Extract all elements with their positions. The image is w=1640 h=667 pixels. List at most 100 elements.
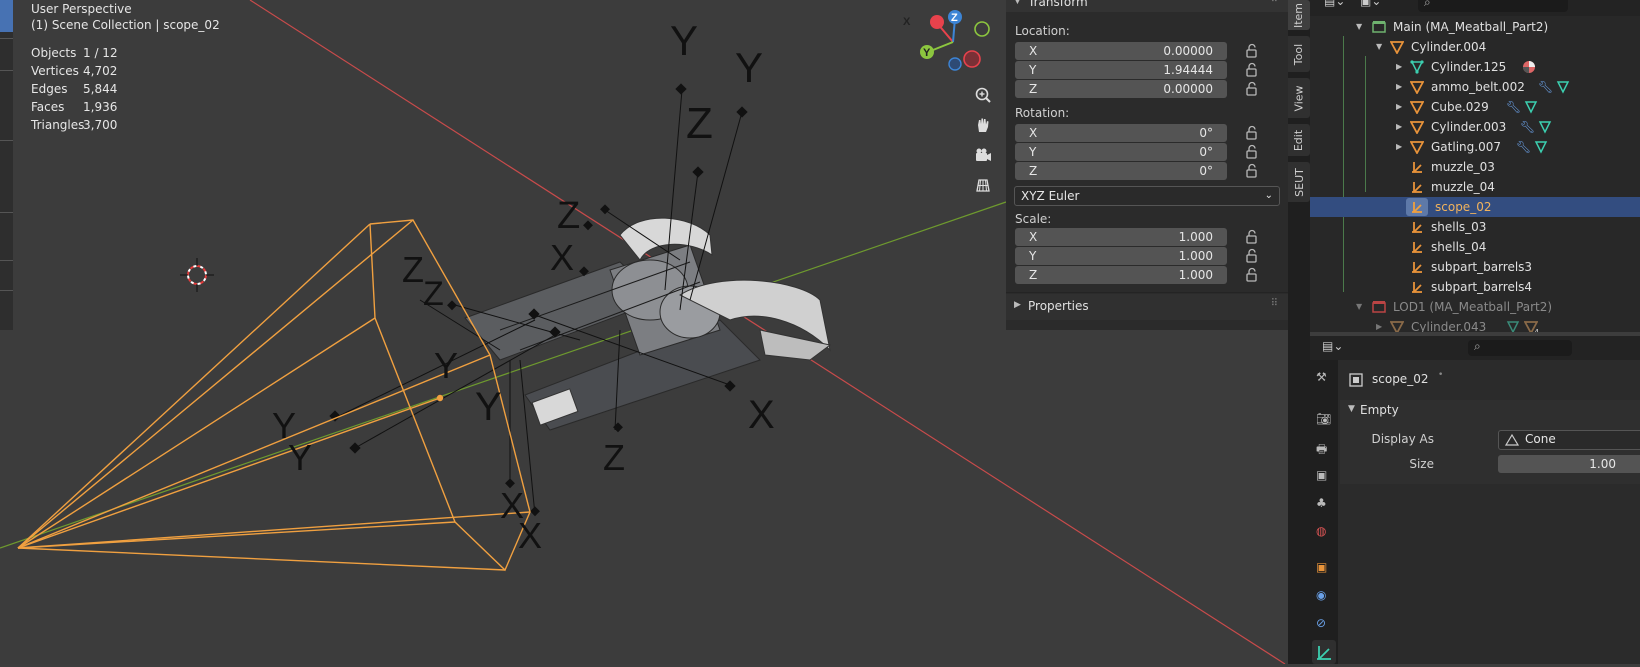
empty-panel[interactable]: ▼ Empty Display As Cone Size 1.00 — [1340, 400, 1640, 484]
lock-icon[interactable] — [1244, 43, 1260, 59]
rotation-y-field[interactable]: Y 0° — [1015, 143, 1227, 161]
world-icon[interactable]: ◍ — [1316, 524, 1332, 540]
scale-z-field[interactable]: Z 1.000 — [1015, 266, 1227, 284]
outliner-search-input[interactable]: ⌕ — [1418, 0, 1568, 12]
properties-search-input[interactable]: ⌕ — [1468, 339, 1572, 356]
location-y-field[interactable]: Y 1.94444 — [1015, 61, 1227, 79]
active-tool-button[interactable] — [0, 0, 13, 32]
camera-view-icon[interactable] — [970, 142, 996, 168]
tab-view[interactable]: View — [1288, 78, 1310, 118]
wrench-modifier-icon: 🔧︎ — [1506, 100, 1522, 114]
sidebar-tabs[interactable]: Item Tool View Edit SEUT — [1288, 0, 1310, 664]
mesh-data-icon — [1506, 321, 1520, 332]
tab-edit[interactable]: Edit — [1288, 124, 1310, 156]
display-as-dropdown[interactable]: Cone — [1498, 430, 1640, 450]
display-mode-icon[interactable]: ▤⌄ — [1324, 0, 1345, 8]
transform-header[interactable]: ▼ Transform ⠿ — [1006, 0, 1288, 12]
tab-seut[interactable]: SEUT — [1288, 162, 1310, 202]
lock-icon[interactable] — [1244, 144, 1260, 160]
tab-label: View — [1292, 84, 1306, 112]
outliner-row[interactable]: shells_04 — [1310, 237, 1640, 257]
rotation-x-field[interactable]: X 0° — [1015, 124, 1227, 142]
empty-object-icon — [1412, 162, 1422, 173]
expand-triangle-icon[interactable]: ▼ — [1356, 17, 1362, 37]
expand-triangle-icon[interactable]: ▶ — [1396, 97, 1402, 117]
lock-icon[interactable] — [1244, 62, 1260, 78]
expand-triangle-icon[interactable]: ▶ — [1396, 57, 1402, 77]
gatling-model[interactable] — [464, 217, 832, 431]
lock-icon[interactable] — [1244, 248, 1260, 264]
scene-icon[interactable]: ♣ — [1316, 496, 1332, 512]
field-value: 1.00 — [1589, 457, 1616, 471]
pin-icon[interactable]: • — [1438, 370, 1443, 380]
lock-icon[interactable] — [1244, 229, 1260, 245]
outliner[interactable]: ▤⌄ ▣⌄ ⌕ ▼ Main (MA_Meatball_Part2) ▼ Cyl… — [1310, 0, 1640, 332]
tab-tool[interactable]: Tool — [1288, 36, 1310, 72]
pan-hand-icon[interactable] — [970, 112, 996, 138]
editor-type-icon[interactable]: ▤⌄ — [1322, 339, 1343, 353]
object-icon[interactable]: ▣ — [1316, 560, 1332, 576]
ortho-grid-icon[interactable] — [970, 172, 996, 198]
location-z-field[interactable]: Z 0.00000 — [1015, 80, 1227, 98]
row-label: subpart_barrels3 — [1431, 260, 1533, 274]
lock-icon[interactable] — [1244, 125, 1260, 141]
outliner-row[interactable]: subpart_barrels3 — [1310, 257, 1640, 277]
outliner-row-main[interactable]: ▼ Main (MA_Meatball_Part2) — [1310, 17, 1640, 37]
location-x-field[interactable]: X 0.00000 — [1015, 42, 1227, 60]
physics-icon[interactable]: ◉ — [1316, 588, 1332, 604]
tool-icon[interactable]: ⚒ — [1316, 370, 1332, 386]
scale-y-field[interactable]: Y 1.000 — [1015, 247, 1227, 265]
outliner-row-selected[interactable]: scope_02 — [1310, 197, 1640, 217]
viewport-toolbar-strip[interactable] — [0, 0, 13, 330]
tab-item[interactable]: Item — [1288, 0, 1310, 30]
tab-object-data-active[interactable] — [1312, 640, 1336, 664]
lock-icon[interactable] — [1244, 267, 1260, 283]
view-layer-icon[interactable]: ▣ — [1316, 468, 1332, 484]
outliner-row[interactable]: shells_03 — [1310, 217, 1640, 237]
outliner-row[interactable]: ▶ Cube.029 🔧︎ — [1310, 97, 1640, 117]
scale-x-field[interactable]: X 1.000 — [1015, 228, 1227, 246]
sidebar-transform-panel[interactable]: ▼ Transform ⠿ Location: X 0.00000 Y 1.9444… — [1006, 0, 1288, 330]
filter-icon[interactable]: ▣⌄ — [1360, 0, 1381, 8]
expand-triangle-icon[interactable]: ▼ — [1356, 297, 1362, 317]
outliner-header[interactable]: ▤⌄ ▣⌄ ⌕ — [1310, 0, 1640, 16]
outliner-row-lod1[interactable]: ▼ LOD1 (MA_Meatball_Part2) — [1310, 297, 1640, 317]
outliner-row[interactable]: ▶ ammo_belt.002 🔧︎ — [1310, 77, 1640, 97]
outliner-row[interactable]: ▶ Gatling.007 🔧︎ — [1310, 137, 1640, 157]
empty-object-icon — [1412, 262, 1422, 273]
lock-icon[interactable] — [1244, 163, 1260, 179]
field-value: 1.94444 — [1163, 63, 1213, 77]
render-icon[interactable]: 📷︎ — [1316, 412, 1332, 428]
zoom-icon[interactable] — [970, 82, 996, 108]
outliner-row[interactable]: muzzle_03 — [1310, 157, 1640, 177]
outliner-row[interactable]: muzzle_04 — [1310, 177, 1640, 197]
output-icon[interactable]: 🖶 — [1316, 440, 1332, 456]
properties-subpanel-header[interactable]: ▶ Properties ⠿ — [1006, 294, 1288, 320]
collapse-triangle-icon[interactable]: ▼ — [1348, 404, 1355, 414]
constraints-icon[interactable]: ⊘ — [1316, 616, 1332, 632]
3d-cursor-icon[interactable] — [180, 258, 214, 292]
axis-label: Z — [1029, 164, 1038, 178]
lock-icon[interactable] — [1244, 81, 1260, 97]
outliner-row[interactable]: ▶ Cylinder.125 — [1310, 57, 1640, 77]
drag-handle-icon[interactable]: ⠿ — [1271, 0, 1278, 5]
expand-triangle-icon[interactable]: ▶ — [1396, 117, 1402, 137]
outliner-row[interactable]: ▶ Cylinder.003 🔧︎ — [1310, 117, 1640, 137]
outliner-row[interactable]: ▼ Cylinder.004 — [1310, 37, 1640, 57]
expand-triangle-icon[interactable]: ▶ — [1376, 317, 1382, 332]
properties-header[interactable]: ▤⌄ ⌕ — [1310, 336, 1640, 360]
expand-triangle-icon[interactable]: ▼ — [1376, 37, 1382, 57]
expand-triangle-icon[interactable]: ▶ — [1396, 77, 1402, 97]
cone-empty-selected[interactable] — [17, 219, 531, 572]
outliner-row[interactable]: ▶ Cylinder.043 4 — [1310, 317, 1640, 332]
rotation-z-field[interactable]: Z 0° — [1015, 162, 1227, 180]
outliner-row[interactable]: subpart_barrels4 — [1310, 277, 1640, 297]
size-field[interactable]: 1.00 — [1498, 455, 1640, 473]
drag-handle-icon[interactable]: ⠿ — [1271, 298, 1278, 309]
row-label: muzzle_04 — [1431, 180, 1495, 194]
expand-triangle-icon[interactable]: ▶ — [1396, 137, 1402, 157]
rotation-mode-dropdown[interactable]: XYZ Euler ⌄ — [1014, 186, 1280, 206]
rotation-label: Rotation: — [1015, 106, 1070, 120]
properties-tabs[interactable]: ⚒ 📷︎ 🖶 ▣ ♣ ◍ ▣ ◉ ⊘ — [1310, 360, 1338, 664]
navigation-gizmo[interactable] — [920, 10, 990, 71]
